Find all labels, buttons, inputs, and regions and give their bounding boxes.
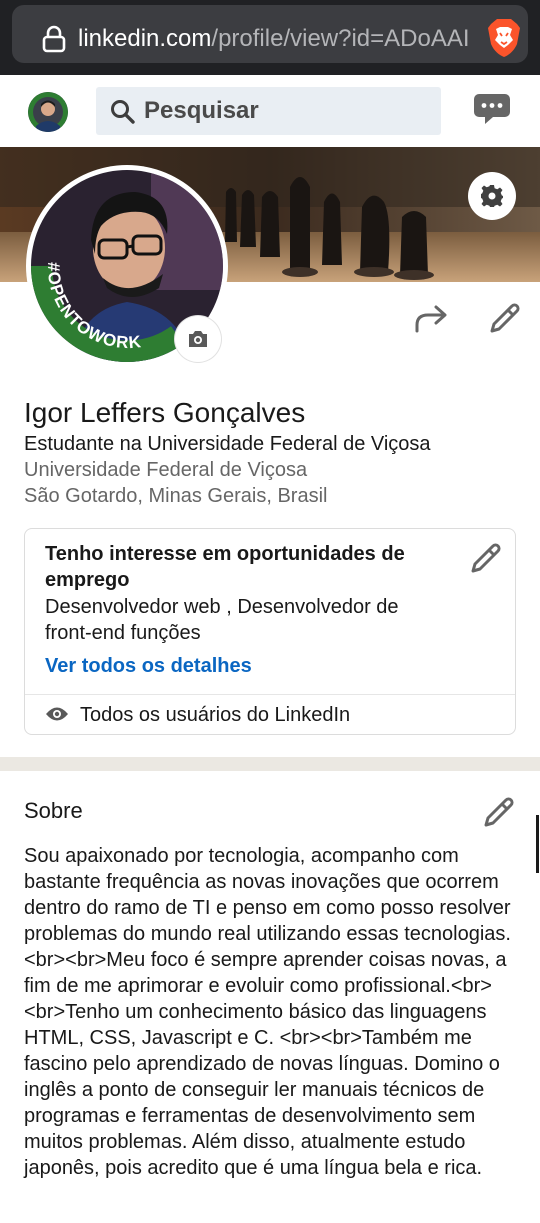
lock-icon	[42, 25, 66, 53]
search-icon	[111, 100, 135, 124]
open-to-work-card: Tenho interesse em oportunidades de empr…	[24, 528, 516, 735]
see-all-details-link[interactable]: Ver todos os detalhes	[45, 653, 252, 679]
browser-url-bar: linkedin.com/profile/view?id=ADoAAI	[0, 0, 540, 75]
change-photo-button[interactable]	[175, 316, 221, 362]
url-host: linkedin.com	[78, 25, 212, 52]
avatar-image	[28, 92, 68, 132]
search-input[interactable]: Pesquisar	[96, 87, 441, 135]
about-section-text: Sou apaixonado por tecnologia, acompanho…	[24, 845, 511, 1179]
eye-icon	[46, 707, 68, 721]
open-to-work-roles: Desenvolvedor web , Desenvolvedor de fro…	[45, 596, 399, 644]
open-to-work-title: Tenho interesse em oportunidades de empr…	[45, 543, 405, 591]
url-path: /profile/view?id=ADoAAI	[211, 25, 470, 52]
edit-open-to-work-pencil-icon[interactable]	[467, 541, 503, 577]
header-avatar[interactable]	[28, 92, 68, 132]
edit-intro-pencil-icon[interactable]	[486, 301, 522, 337]
cover-settings-button[interactable]	[468, 172, 516, 220]
brave-lion-icon[interactable]	[486, 18, 522, 58]
open-to-work-visibility: Todos os usuários do LinkedIn	[80, 704, 351, 726]
scrollbar[interactable]	[536, 815, 539, 873]
about-section-title: Sobre	[24, 798, 83, 823]
profile-headline: Estudante na Universidade Federal de Viç…	[24, 433, 431, 455]
gear-icon	[481, 185, 503, 207]
profile-location: São Gotardo, Minas Gerais, Brasil	[24, 485, 328, 507]
profile-name: Igor Leffers Gonçalves	[24, 397, 306, 428]
section-separator	[0, 757, 540, 771]
address-bar[interactable]: linkedin.com/profile/view?id=ADoAAI	[12, 5, 528, 63]
edit-about-pencil-icon[interactable]	[480, 795, 516, 831]
profile-school[interactable]: Universidade Federal de Viçosa	[24, 457, 307, 483]
share-icon[interactable]	[414, 303, 450, 335]
camera-icon	[189, 331, 207, 347]
linkedin-header: Pesquisar	[0, 75, 540, 147]
search-placeholder: Pesquisar	[144, 97, 259, 124]
url-text[interactable]: linkedin.com/profile/view?id=ADoAAI	[78, 23, 474, 55]
messaging-icon[interactable]	[473, 92, 511, 128]
card-divider	[25, 694, 515, 695]
